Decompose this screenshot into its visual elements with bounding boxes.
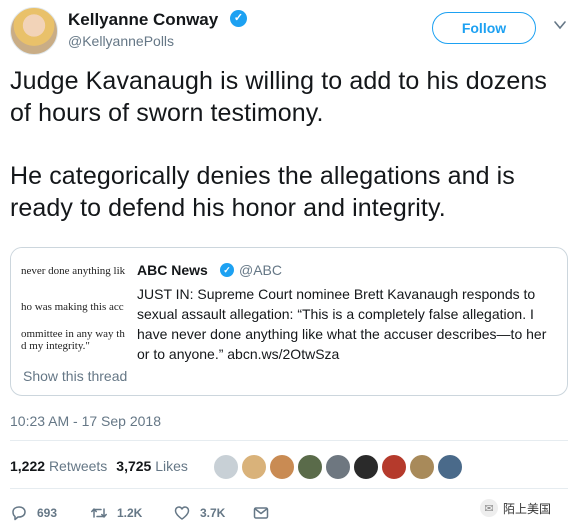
liker-avatar[interactable]: [409, 454, 435, 480]
reply-count: 693: [37, 506, 58, 520]
retweets-count: 1,222: [10, 458, 46, 474]
tweet-text: Judge Kavanaugh is willing to add to his…: [10, 66, 570, 224]
author-name[interactable]: Kellyanne Conway: [68, 10, 218, 30]
retweets-label: Retweets: [48, 458, 108, 474]
tweet-paragraph: He categorically denies the allegations …: [10, 162, 515, 222]
envelope-icon: [253, 507, 269, 519]
likes-label: Likes: [155, 458, 188, 474]
direct-message-button[interactable]: [252, 504, 279, 522]
quoted-tweet-text: JUST IN: Supreme Court nominee Brett Kav…: [137, 286, 547, 362]
liker-avatar[interactable]: [241, 454, 267, 480]
watermark: ✉ 陌上美国: [480, 499, 551, 517]
likes-count: 3,725: [116, 458, 152, 474]
tweet-timestamp[interactable]: 10:23 AM - 17 Sep 2018: [10, 413, 161, 429]
quoted-tweet-thumbnail: never done anything lik ho was making th…: [11, 248, 127, 363]
author-handle[interactable]: @KellyannePolls: [68, 33, 174, 49]
liker-avatar[interactable]: [381, 454, 407, 480]
heart-icon: [174, 506, 190, 520]
quoted-tweet[interactable]: never done anything lik ho was making th…: [10, 247, 568, 396]
thumbnail-text-line: ho was making this acc: [21, 301, 124, 313]
chevron-down-icon[interactable]: [553, 18, 567, 32]
retweet-count: 1.2K: [117, 506, 143, 520]
quoted-author-name[interactable]: ABC News: [137, 262, 208, 278]
liker-avatar[interactable]: [437, 454, 463, 480]
retweet-button[interactable]: 1.2K: [90, 504, 142, 522]
like-count: 3.7K: [200, 506, 226, 520]
engagement-stats: 1,222 Retweets 3,725 Likes: [10, 458, 188, 474]
watermark-text: 陌上美国: [503, 501, 552, 516]
liker-avatar[interactable]: [269, 454, 295, 480]
divider: [10, 488, 568, 489]
thumbnail-text-line: never done anything lik: [21, 265, 126, 277]
retweets-stat[interactable]: 1,222 Retweets: [10, 458, 107, 474]
follow-button[interactable]: Follow: [432, 12, 536, 44]
like-button[interactable]: 3.7K: [173, 504, 225, 522]
thumbnail-text-line: ommittee in any way th: [21, 328, 125, 340]
liker-avatar[interactable]: [325, 454, 351, 480]
thumbnail-text-line: d my integrity.": [21, 340, 90, 352]
liker-avatar[interactable]: [213, 454, 239, 480]
reply-icon: [12, 506, 26, 521]
author-avatar[interactable]: [10, 7, 58, 55]
tweet-paragraph: Judge Kavanaugh is willing to add to his…: [10, 67, 547, 127]
liker-avatar[interactable]: [353, 454, 379, 480]
watermark-logo-icon: ✉: [480, 499, 498, 517]
reply-button[interactable]: 693: [10, 504, 57, 522]
divider: [10, 440, 568, 441]
retweet-icon: [91, 508, 107, 518]
verified-badge-icon: ✓: [230, 10, 247, 27]
likes-stat[interactable]: 3,725 Likes: [116, 458, 188, 474]
show-thread-link[interactable]: Show this thread: [23, 368, 127, 384]
liker-avatar[interactable]: [297, 454, 323, 480]
verified-badge-icon: ✓: [220, 263, 234, 277]
quoted-author-handle[interactable]: @ABC: [239, 262, 282, 278]
